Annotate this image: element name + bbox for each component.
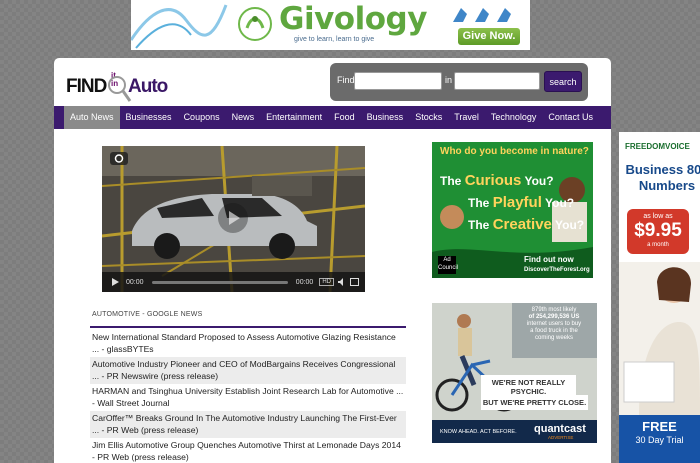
- price-period: a month: [647, 242, 669, 248]
- play-icon[interactable]: [110, 277, 120, 287]
- stat-line-1: 879th most likely: [531, 307, 577, 313]
- news-item: HARMAN and Tsinghua University Establish…: [90, 384, 406, 411]
- forest-line-2-post: You?: [545, 196, 575, 210]
- know-ahead-text: KNOW AHEAD. ACT BEFORE.: [440, 429, 517, 435]
- nav-item-technology[interactable]: Technology: [485, 106, 543, 129]
- nav-item-entertainment[interactable]: Entertainment: [260, 106, 328, 129]
- forest-line-1-pre: The: [440, 174, 462, 188]
- main-page: FIND it in Auto Find in search Auto News B…: [54, 58, 611, 463]
- free-label: FREE: [642, 419, 677, 434]
- nav-item-business[interactable]: Business: [361, 106, 410, 129]
- givology-tagline: give to learn, learn to give: [294, 36, 375, 43]
- stat-line-3: internet users to buy: [526, 321, 582, 327]
- news-list: New International Standard Proposed to A…: [90, 330, 406, 463]
- forest-line-3-pre: The: [468, 218, 490, 232]
- hd-toggle[interactable]: HD: [319, 278, 334, 286]
- big-play-icon[interactable]: [218, 203, 248, 233]
- news-link[interactable]: HARMAN and Tsinghua University Establish…: [92, 386, 403, 408]
- news-link[interactable]: Jim Ellis Automotive Group Quenches Auto…: [92, 440, 401, 462]
- captions-icon[interactable]: [110, 152, 128, 165]
- stat-line-2: of 254,299,536 US: [528, 314, 580, 320]
- quantcast-ad[interactable]: 879th most likely of 254,299,536 US inte…: [432, 303, 597, 443]
- forest-line-1-word: Curious: [464, 172, 522, 189]
- quantcast-close: BUT WE'RE PRETTY CLOSE.: [481, 395, 588, 410]
- video-controls: 00:00 00:00 HD: [102, 272, 365, 292]
- location-input[interactable]: [454, 72, 540, 90]
- free-trial-badge[interactable]: FREE 30 Day Trial: [619, 415, 700, 463]
- search-button[interactable]: search: [544, 71, 582, 92]
- nav-item-auto-news[interactable]: Auto News: [64, 106, 120, 129]
- news-item: New International Standard Proposed to A…: [90, 330, 406, 357]
- forest-line-2: The Playful You?: [468, 194, 574, 211]
- main-nav: Auto News Businesses Coupons News Entertainm…: [54, 106, 611, 129]
- freedom-headline: Business 800 Numbers: [625, 162, 700, 193]
- nav-item-businesses[interactable]: Businesses: [120, 106, 178, 129]
- forest-find-out: Find out now: [524, 255, 574, 264]
- news-divider: [90, 326, 406, 328]
- current-time: 00:00: [126, 278, 144, 286]
- forest-site: DiscoverTheForest.org: [524, 267, 590, 273]
- quantcast-stats: 879th most likely of 254,299,536 US inte…: [517, 307, 591, 342]
- forest-line-3: The Creative You?: [468, 216, 584, 233]
- find-input[interactable]: [354, 72, 442, 90]
- price-badge: as low as $9.95 a month: [627, 209, 689, 254]
- search-box: Find in search: [330, 63, 588, 101]
- news-item: Automotive Industry Pioneer and CEO of M…: [90, 357, 406, 384]
- advertise-label: ADVERTISE: [548, 435, 574, 440]
- price-amount: $9.95: [634, 220, 682, 241]
- stat-line-4: a food truck in the: [530, 328, 578, 334]
- discover-forest-ad[interactable]: Who do you become in nature? The Curious…: [432, 142, 593, 278]
- swirl-graphic: [131, 4, 228, 49]
- volume-icon[interactable]: [338, 278, 346, 286]
- video-player[interactable]: 00:00 00:00 HD: [102, 146, 365, 292]
- give-now-button[interactable]: Give Now.: [458, 28, 520, 45]
- nav-item-travel[interactable]: Travel: [448, 106, 485, 129]
- quantcast-logo: quantcast: [534, 423, 586, 435]
- duration: 00:00: [295, 278, 314, 286]
- news-link[interactable]: CarOffer™ Breaks Ground In The Automotiv…: [92, 413, 397, 435]
- seek-bar[interactable]: [151, 280, 288, 284]
- news-link[interactable]: New International Standard Proposed to A…: [92, 332, 396, 354]
- givology-banner-ad[interactable]: Givology give to learn, learn to give Gi…: [131, 0, 530, 50]
- nav-item-food[interactable]: Food: [328, 106, 361, 129]
- news-link[interactable]: Automotive Industry Pioneer and CEO of M…: [92, 359, 395, 381]
- news-item: Jim Ellis Automotive Group Quenches Auto…: [90, 438, 406, 463]
- forest-line-2-word: Playful: [492, 194, 542, 211]
- nav-item-news[interactable]: News: [226, 106, 261, 129]
- forest-line-2-pre: The: [468, 196, 490, 210]
- logo-find: FIND: [66, 76, 107, 97]
- givology-logo-icon: [238, 7, 272, 41]
- nav-item-stocks[interactable]: Stocks: [409, 106, 448, 129]
- nav-item-contact-us[interactable]: Contact Us: [542, 106, 599, 129]
- forest-line-1-post: You?: [524, 174, 554, 188]
- freedomvoice-brand: FREEDOMVOICE: [625, 142, 690, 151]
- forest-line-3-word: Creative: [492, 216, 552, 233]
- in-label: in: [445, 75, 453, 85]
- forest-question: Who do you become in nature?: [440, 146, 589, 157]
- site-logo[interactable]: FIND it in Auto: [66, 66, 186, 104]
- find-label: Find: [337, 75, 355, 85]
- stat-line-5: coming weeks: [534, 335, 573, 341]
- news-item: CarOffer™ Breaks Ground In The Automotiv…: [90, 411, 406, 438]
- forest-line-1: The Curious You?: [440, 172, 554, 189]
- freedomvoice-ad[interactable]: FREEDOMVOICE Business 800 Numbers as low…: [619, 132, 700, 463]
- ad-council-logo: Ad Council: [438, 256, 458, 274]
- logo-auto: Auto: [128, 76, 168, 97]
- fullscreen-icon[interactable]: [350, 278, 359, 286]
- woman-on-phone-image: [619, 262, 700, 415]
- people-graphic: [453, 8, 511, 22]
- forest-cta: Find out now DiscoverTheForest.org: [524, 255, 590, 275]
- givology-brand: Givology: [279, 1, 427, 37]
- trial-label: 30 Day Trial: [635, 435, 684, 445]
- news-heading: AUTOMOTIVE - GOOGLE NEWS: [92, 311, 203, 318]
- nav-item-coupons[interactable]: Coupons: [178, 106, 226, 129]
- quantcast-footer: KNOW AHEAD. ACT BEFORE. quantcast ADVERT…: [432, 420, 597, 443]
- forest-line-3-post: You?: [555, 218, 585, 232]
